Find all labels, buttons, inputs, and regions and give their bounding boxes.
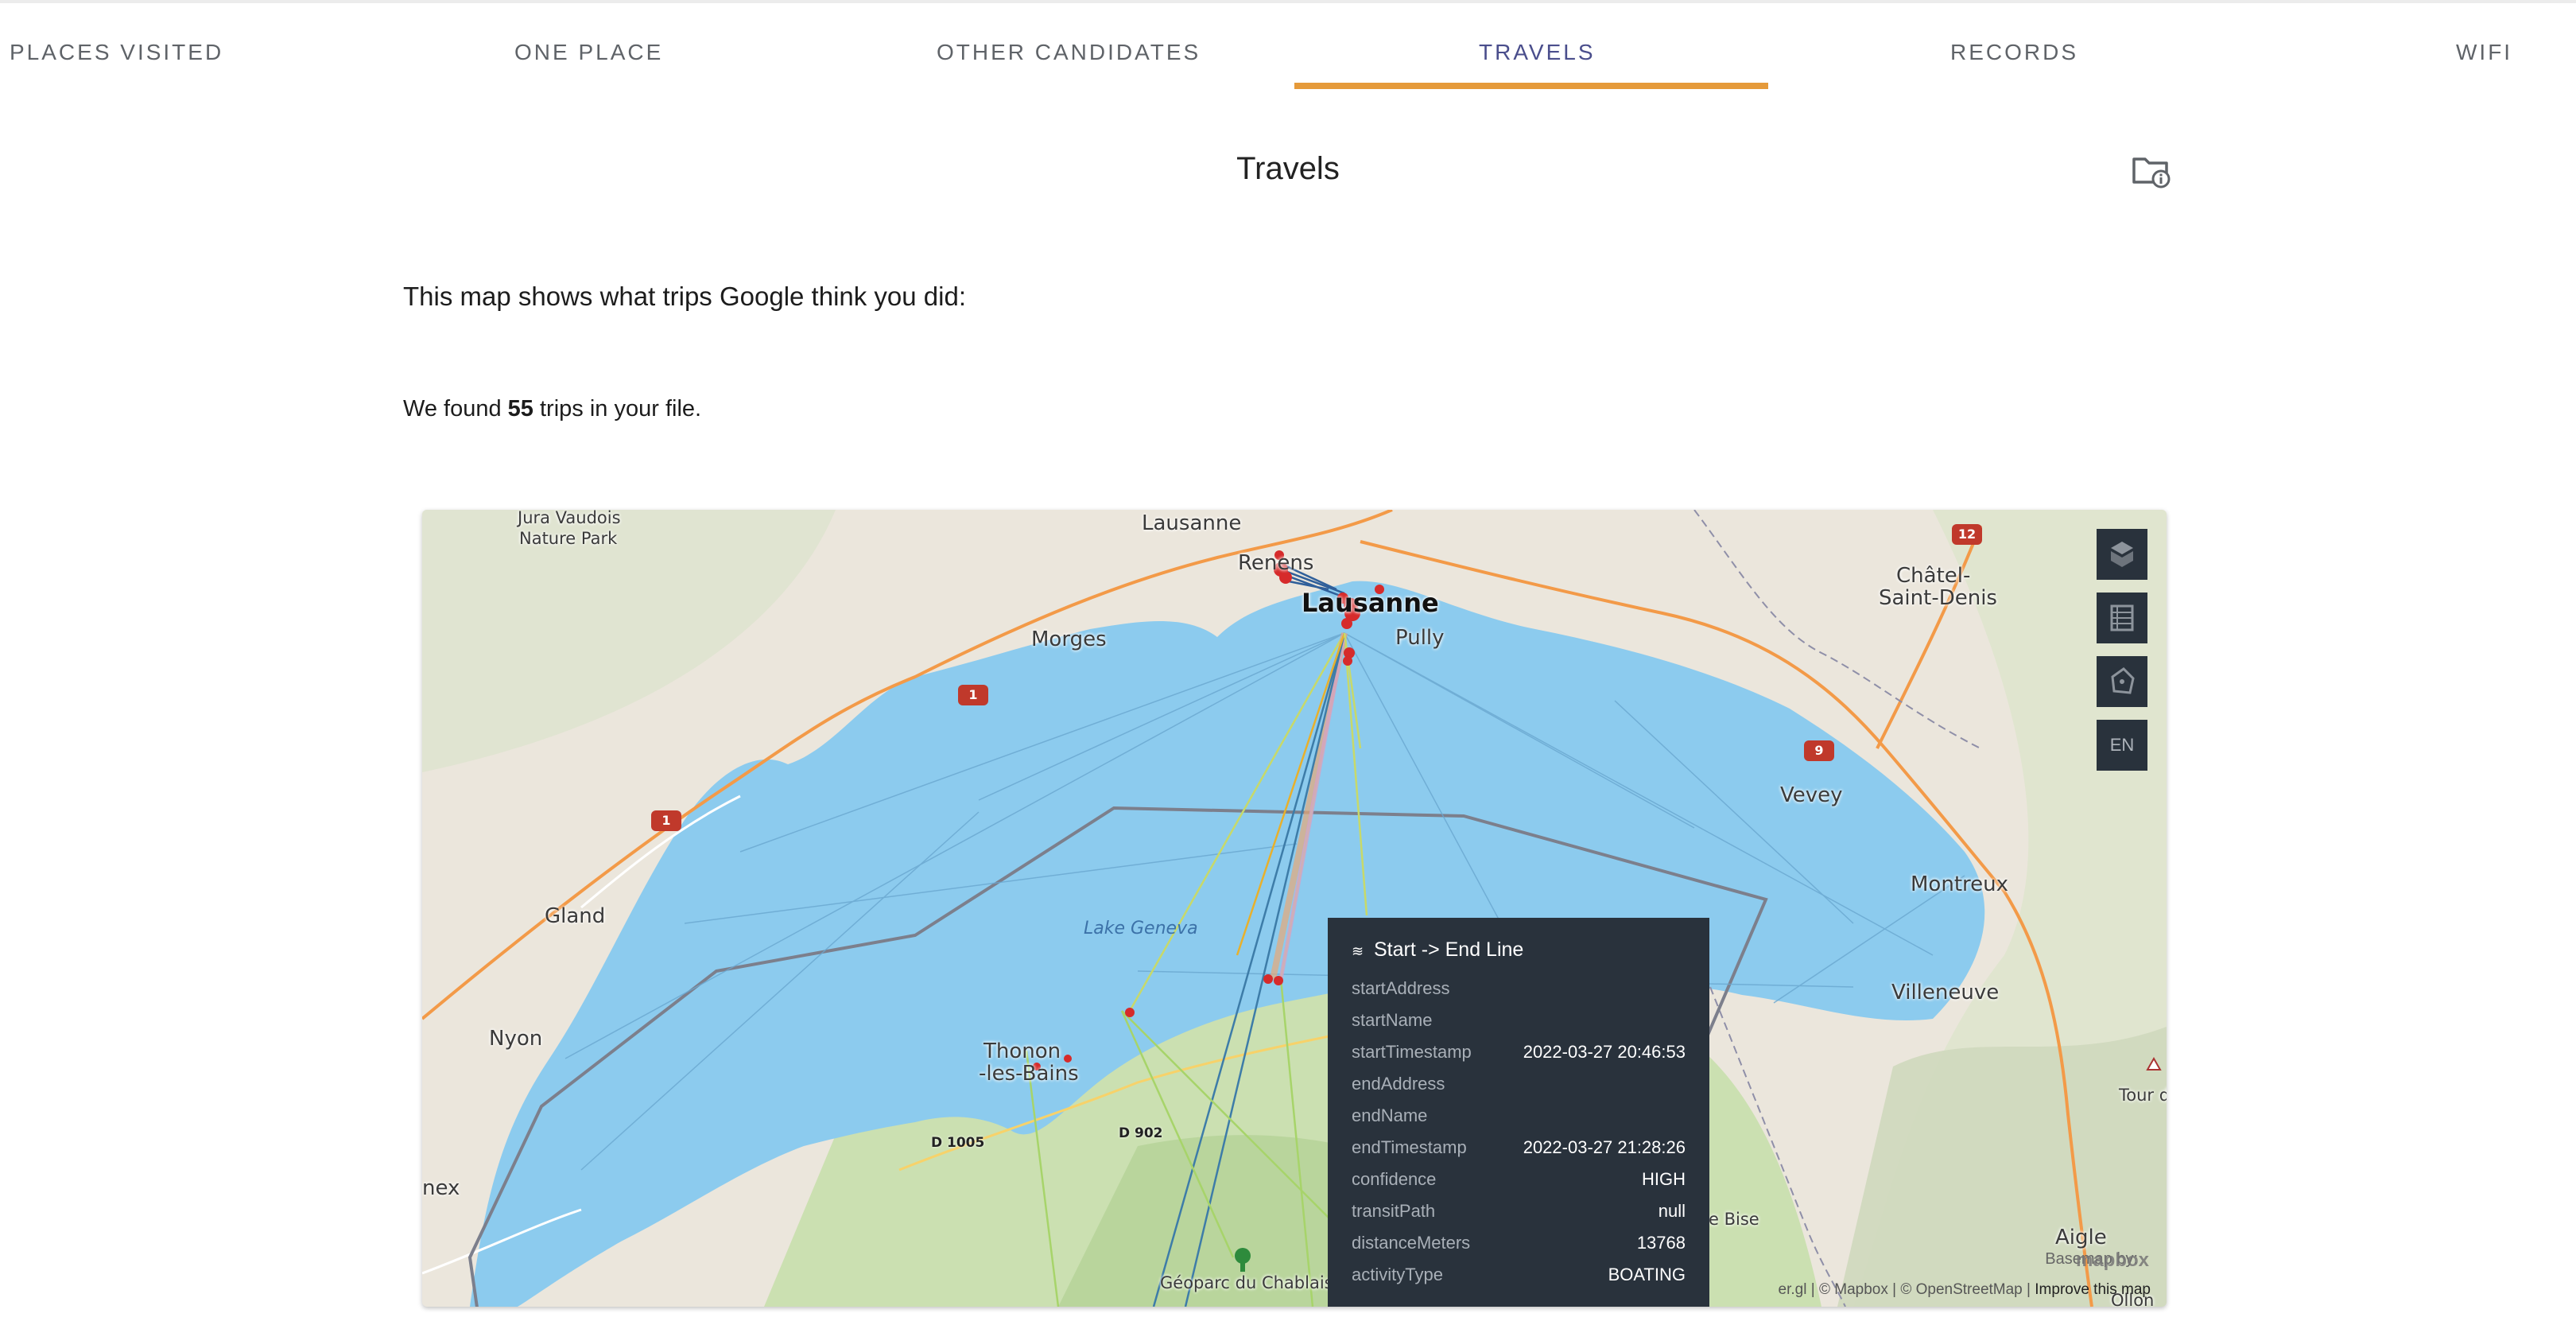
highway-shield-1b: 1 (651, 810, 681, 831)
kepler-link[interactable]: er.gl (1779, 1281, 1807, 1298)
tooltip-key: endTimestamp (1352, 1137, 1467, 1157)
label-lausanne-top: Lausanne (1142, 511, 1242, 535)
tooltip-title: ≋ Start -> End Line (1352, 938, 1686, 962)
road-d902: D 902 (1119, 1125, 1163, 1141)
tooltip-key: startAddress (1352, 978, 1450, 998)
label-aigle: Aigle (2055, 1226, 2107, 1249)
highway-shield-1a: 1 (958, 685, 988, 705)
label-chatel: Châtel- (1896, 564, 1971, 588)
trip-count: 55 (507, 396, 533, 422)
road-d1005: D 1005 (931, 1135, 985, 1151)
label-morges: Morges (1031, 628, 1107, 651)
tab-other-candidates[interactable]: OTHER CANDIDATES (937, 40, 1201, 65)
tab-travels[interactable]: TRAVELS (1479, 40, 1596, 65)
label-nature-park: Nature Park (519, 529, 618, 548)
label-les-bains: -les-Bains (979, 1062, 1079, 1086)
found-suffix: trips in your file. (540, 396, 702, 422)
found-prefix: We found (403, 396, 502, 422)
travel-map[interactable]: Jura Vaudois Nature Park Lausanne Renens… (422, 510, 2167, 1307)
tooltip-key: activityType (1352, 1265, 1443, 1284)
label-pully: Pully (1395, 626, 1445, 650)
mapbox-link[interactable]: © Mapbox (1819, 1281, 1888, 1298)
tooltip-key: endAddress (1352, 1074, 1445, 1094)
tooltip-row: distanceMeters 13768 (1352, 1227, 1686, 1259)
language-button[interactable]: EN (2097, 720, 2147, 771)
tooltip-value: HIGH (1642, 1169, 1686, 1189)
draw-polygon-icon[interactable] (2097, 656, 2147, 707)
label-bise: e Bise (1709, 1210, 1759, 1229)
tooltip-key: transitPath (1352, 1201, 1436, 1221)
label-renens: Renens (1238, 551, 1314, 575)
tab-places-visited[interactable]: PLACES VISITED (10, 40, 223, 65)
label-gland: Gland (545, 904, 606, 928)
label-lake-geneva: Lake Geneva (1084, 919, 1198, 938)
tooltip-key: endName (1352, 1105, 1428, 1125)
tooltip-value: BOATING (1608, 1265, 1686, 1284)
active-tab-indicator (1294, 83, 1768, 89)
map-tooltip: ≋ Start -> End Line startAddress startNam… (1328, 918, 1709, 1307)
label-jura-vaudois: Jura Vaudois (518, 510, 621, 527)
tooltip-title-text: Start -> End Line (1374, 938, 1524, 961)
tooltip-row: endAddress (1352, 1068, 1686, 1100)
tooltip-row: endName (1352, 1100, 1686, 1132)
tooltip-row: activityType BOATING (1352, 1259, 1686, 1291)
legend-icon[interactable] (2097, 593, 2147, 643)
layer-icon: ≋ (1352, 943, 1364, 959)
tooltip-row: startTimestamp 2022-03-27 20:46:53 (1352, 1036, 1686, 1068)
label-saint-denis: Saint-Denis (1879, 586, 1997, 610)
osm-link[interactable]: © OpenStreetMap (1900, 1281, 2022, 1298)
map-basemap (422, 510, 2167, 1307)
tooltip-value: null (1658, 1201, 1686, 1221)
tooltip-row: transitPath null (1352, 1195, 1686, 1227)
highway-shield-12: 12 (1952, 524, 1982, 545)
label-nex: nex (422, 1176, 460, 1200)
tooltip-value: 2022-03-27 21:28:26 (1523, 1137, 1686, 1157)
label-vevey: Vevey (1780, 783, 1843, 807)
folder-info-icon[interactable] (2131, 153, 2172, 189)
layers-icon[interactable] (2097, 529, 2147, 580)
label-tour: Tour d (2119, 1086, 2167, 1105)
tab-bar: PLACES VISITED ONE PLACE OTHER CANDIDATE… (0, 0, 2576, 91)
intro-text: This map shows what trips Google think y… (403, 282, 967, 311)
map-attribution: er.gl | © Mapbox | © OpenStreetMap | Imp… (1778, 1281, 2151, 1298)
tab-wifi[interactable]: WIFI (2456, 40, 2512, 65)
mapbox-logo: mapbox (2075, 1249, 2149, 1271)
label-thonon: Thonon (983, 1039, 1061, 1063)
tooltip-key: confidence (1352, 1169, 1437, 1189)
label-nyon: Nyon (489, 1027, 543, 1051)
tooltip-key: distanceMeters (1352, 1233, 1471, 1253)
tab-one-place[interactable]: ONE PLACE (514, 40, 663, 65)
improve-map-link[interactable]: Improve this map (2035, 1281, 2151, 1298)
tooltip-key: startTimestamp (1352, 1042, 1472, 1062)
tooltip-row: startAddress (1352, 973, 1686, 1004)
tooltip-row: confidence HIGH (1352, 1164, 1686, 1195)
tooltip-value: 2022-03-27 20:46:53 (1523, 1042, 1686, 1062)
page-title: Travels (1236, 151, 1340, 186)
tooltip-row: startName (1352, 1004, 1686, 1036)
tooltip-row: endTimestamp 2022-03-27 21:28:26 (1352, 1132, 1686, 1164)
tooltip-value: 13768 (1636, 1233, 1686, 1253)
trip-count-text: We found 55 trips in your file. (403, 396, 701, 422)
label-geoparc: Géoparc du Chablais (1160, 1273, 1333, 1292)
label-lausanne: Lausanne (1302, 588, 1439, 618)
label-villeneuve: Villeneuve (1891, 981, 2000, 1004)
highway-shield-9: 9 (1804, 740, 1834, 761)
tooltip-key: startName (1352, 1010, 1433, 1030)
label-montreux: Montreux (1911, 872, 2008, 896)
tab-records[interactable]: RECORDS (1950, 40, 2078, 65)
